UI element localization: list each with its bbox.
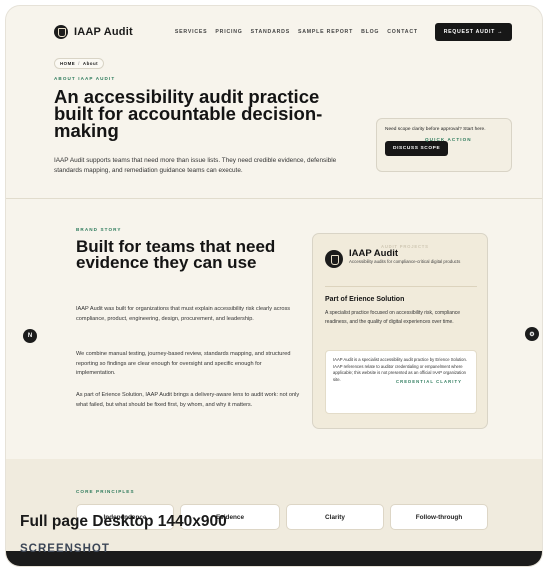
nav-link-contact[interactable]: CONTACT — [387, 29, 418, 35]
brand-card-subtitle: Accessibility audits for compliance-crit… — [349, 259, 461, 264]
brand-card: AUDIT PROJECTS IAAP Audit Accessibility … — [312, 233, 488, 429]
shield-icon — [54, 25, 68, 39]
principles-eyebrow: CORE PRINCIPLES — [76, 489, 135, 494]
page-title: An accessibility audit practice built fo… — [54, 86, 323, 141]
shield-icon — [325, 250, 343, 268]
brand-card-divider — [325, 286, 477, 287]
breadcrumb-separator: / — [78, 61, 80, 66]
story-paragraph-2: We combine manual testing, journey-based… — [76, 351, 291, 376]
hero-section: HOME / About ABOUT IAAP AUDIT An accessi… — [6, 58, 542, 198]
brand-card-header: IAAP Audit Accessibility audits for comp… — [325, 248, 479, 268]
principle-follow-through[interactable]: Follow-through — [390, 504, 488, 530]
screenshot-caption-subtitle: SCREENSHOT — [20, 543, 110, 555]
story-paragraph-3: As part of Erience Solution, IAAP Audit … — [76, 392, 300, 408]
hero-eyebrow: ABOUT IAAP AUDIT — [54, 76, 116, 81]
brand-name: IAAP Audit — [74, 26, 133, 38]
navigation-badge-button[interactable]: N — [23, 329, 37, 343]
brand-card-heading: Part of Erience Solution — [325, 296, 405, 303]
nav-links: SERVICES PRICING STANDARDS SAMPLE REPORT… — [175, 29, 418, 35]
page-frame: IAAP Audit SERVICES PRICING STANDARDS SA… — [6, 6, 542, 566]
brand-card-title: IAAP Audit — [349, 248, 399, 259]
credential-eyebrow: CREDENTIAL CLARITY — [396, 379, 463, 384]
quick-action-eyebrow: QUICK ACTION — [425, 137, 472, 142]
nav-link-pricing[interactable]: PRICING — [215, 29, 242, 35]
principle-clarity[interactable]: Clarity — [286, 504, 384, 530]
breadcrumb: HOME / About — [54, 58, 105, 69]
brand-logo[interactable]: IAAP Audit — [54, 25, 133, 39]
breadcrumb-home[interactable]: HOME — [60, 61, 75, 66]
hero-description: IAAP Audit supports teams that need more… — [54, 157, 337, 174]
quick-action-text: Need scope clarity before approval? Star… — [385, 127, 486, 132]
nav-link-standards[interactable]: STANDARDS — [251, 29, 290, 35]
nav-link-blog[interactable]: BLOG — [361, 29, 379, 35]
top-navigation: IAAP Audit SERVICES PRICING STANDARDS SA… — [6, 6, 542, 58]
settings-icon[interactable]: ⚙ — [525, 327, 539, 341]
brand-card-text: A specialist practice focused on accessi… — [325, 310, 461, 325]
story-eyebrow: BRAND STORY — [76, 227, 122, 232]
breadcrumb-current: About — [82, 61, 99, 66]
request-audit-button[interactable]: REQUEST AUDIT → — [434, 23, 512, 41]
credential-clarity-box: CREDENTIAL CLARITY IAAP Audit is a speci… — [325, 350, 477, 414]
quick-action-card: QUICK ACTION Need scope clarity before a… — [376, 118, 512, 172]
story-title: Built for teams that need evidence they … — [76, 237, 276, 272]
nav-link-sample-report[interactable]: SAMPLE REPORT — [298, 29, 353, 35]
discuss-scope-button[interactable]: DISCUSS SCOPE — [385, 141, 449, 156]
screenshot-caption-title: Full page Desktop 1440x900 — [20, 513, 227, 530]
brand-story-section: BRAND STORY Built for teams that need ev… — [6, 199, 542, 459]
story-paragraph-1: IAAP Audit was built for organizations t… — [76, 306, 291, 322]
nav-link-services[interactable]: SERVICES — [175, 29, 208, 35]
